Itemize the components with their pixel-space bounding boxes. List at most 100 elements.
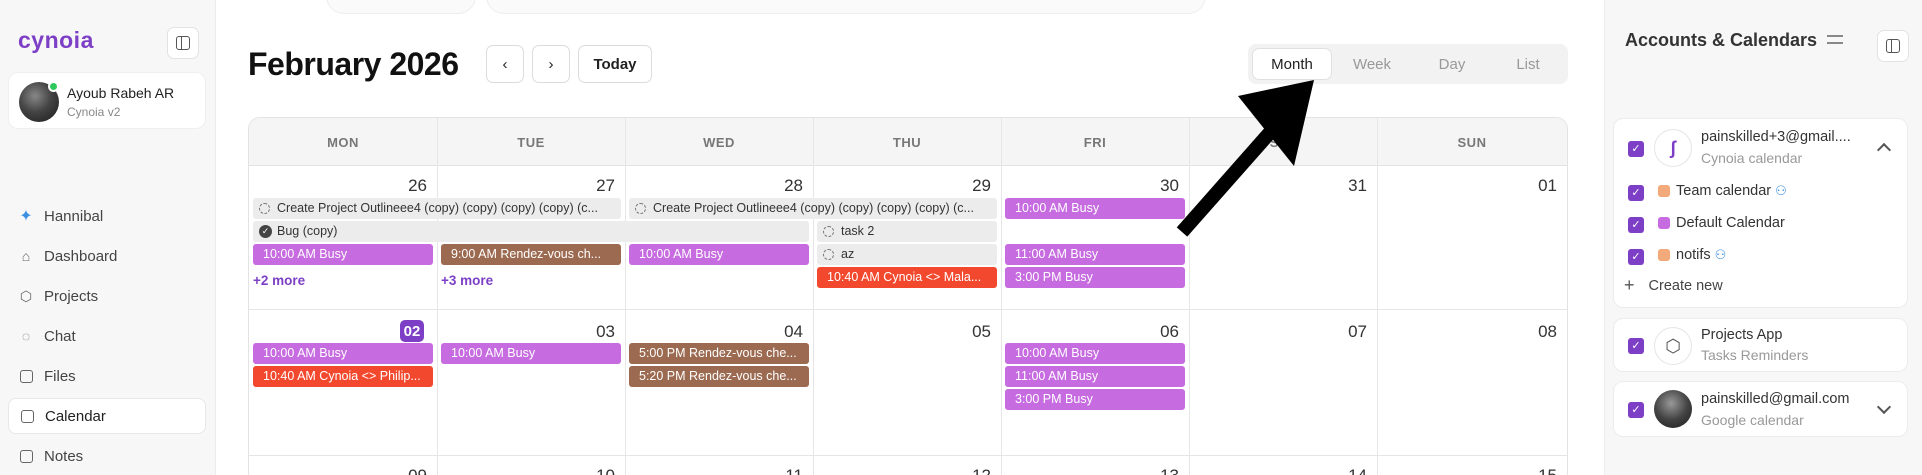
- collapse-panel-button[interactable]: [1877, 30, 1909, 62]
- calendar-event[interactable]: 5:20 PM Rendez-vous che...: [629, 366, 809, 387]
- view-week-button[interactable]: Week: [1332, 48, 1412, 80]
- month-grid: MON TUE WED THU FRI SAT SUN 26 27 28 29 …: [248, 117, 1568, 475]
- day-number[interactable]: 05: [951, 322, 991, 342]
- chevron-left-icon: ‹: [502, 55, 508, 73]
- day-number[interactable]: 03: [575, 322, 615, 342]
- day-number[interactable]: 29: [951, 176, 991, 196]
- view-list-button[interactable]: List: [1488, 48, 1568, 80]
- calendar-event[interactable]: 10:40 AM Cynoia <> Mala...: [817, 267, 997, 288]
- chat-icon: ◌: [21, 328, 31, 344]
- task-event[interactable]: task 2: [817, 221, 997, 242]
- nav-item-notes[interactable]: Notes: [8, 438, 206, 474]
- calendar-item[interactable]: notifs ⚇: [1658, 247, 1726, 263]
- calendar-item[interactable]: Team calendar ⚇: [1658, 183, 1787, 199]
- day-number[interactable]: 11: [763, 466, 803, 475]
- calendar-event[interactable]: 11:00 AM Busy: [1005, 366, 1185, 387]
- day-number[interactable]: 10: [575, 466, 615, 475]
- note-icon: [18, 448, 34, 464]
- prev-month-button[interactable]: ‹: [486, 45, 524, 83]
- nav-item-files[interactable]: Files: [8, 358, 206, 394]
- more-events-link[interactable]: +2 more: [253, 273, 305, 288]
- calendar-event[interactable]: 5:00 PM Rendez-vous che...: [629, 343, 809, 364]
- day-number[interactable]: 28: [763, 176, 803, 196]
- day-number[interactable]: 13: [1139, 466, 1179, 475]
- calendar-event[interactable]: 10:00 AM Busy: [1005, 198, 1185, 219]
- nav-label: Projects: [44, 287, 99, 305]
- calendar-event[interactable]: 10:40 AM Cynoia <> Philip...: [253, 366, 433, 387]
- day-number[interactable]: 04: [763, 322, 803, 342]
- next-month-button[interactable]: ›: [532, 45, 570, 83]
- today-button[interactable]: Today: [578, 45, 652, 83]
- more-events-link[interactable]: +3 more: [441, 273, 493, 288]
- calendar-checkbox[interactable]: ✓: [1628, 249, 1644, 265]
- calendar-event[interactable]: 11:00 AM Busy: [1005, 244, 1185, 265]
- day-number[interactable]: 30: [1139, 176, 1179, 196]
- day-number[interactable]: 26: [387, 176, 427, 196]
- filter-icon[interactable]: [1827, 33, 1843, 47]
- calendar-event[interactable]: 9:00 AM Rendez-vous ch...: [441, 244, 621, 265]
- nav-item-hannibal[interactable]: ✦ Hannibal: [8, 198, 206, 234]
- home-icon: ⌂: [21, 248, 31, 264]
- calendar-event[interactable]: 10:00 AM Busy: [441, 343, 621, 364]
- weekday-label: WED: [703, 134, 735, 150]
- account-name: Projects App: [1701, 327, 1783, 343]
- account-card: ✓ painskilled@gmail.com Google calendar: [1613, 381, 1908, 437]
- task-pending-icon: [635, 203, 646, 214]
- nav-label: Chat: [44, 327, 76, 345]
- day-number[interactable]: 31: [1327, 176, 1367, 196]
- nav-item-chat[interactable]: ◌ Chat: [8, 318, 206, 354]
- calendar-event[interactable]: 10:00 AM Busy: [1005, 343, 1185, 364]
- day-number[interactable]: 27: [575, 176, 615, 196]
- task-pending-icon: [823, 249, 834, 260]
- sidebar-toggle-icon: [1886, 39, 1900, 53]
- user-workspace: Cynoia v2: [67, 105, 121, 119]
- user-card[interactable]: Ayoub Rabeh AR Cynoia v2: [8, 72, 206, 129]
- calendar-icon: [19, 408, 35, 424]
- left-sidebar: cynoia Ayoub Rabeh AR Cynoia v2 ✦ Hannib…: [0, 0, 216, 475]
- day-number[interactable]: 12: [951, 466, 991, 475]
- task-event[interactable]: Create Project Outlineee4 (copy) (copy) …: [629, 198, 997, 219]
- calendar-event[interactable]: 10:00 AM Busy: [253, 244, 433, 265]
- day-number[interactable]: 01: [1517, 176, 1557, 196]
- nav-item-projects[interactable]: ⬡ Projects: [8, 278, 206, 314]
- day-number[interactable]: 09: [387, 466, 427, 475]
- calendar-checkbox[interactable]: ✓: [1628, 185, 1644, 201]
- nav-item-calendar[interactable]: Calendar: [8, 398, 206, 434]
- account-email: painskilled+3@gmail....: [1701, 129, 1851, 145]
- annotation-arrow-icon: [1176, 80, 1314, 237]
- nav-label: Calendar: [45, 407, 106, 425]
- check-circle-icon: ✓: [259, 225, 272, 238]
- task-pending-icon: [823, 226, 834, 237]
- chevron-down-icon[interactable]: [1876, 399, 1892, 415]
- task-event[interactable]: Create Project Outlineee4 (copy) (copy) …: [253, 198, 621, 219]
- today-day-number[interactable]: 02: [400, 320, 424, 342]
- task-event[interactable]: ✓ Bug (copy): [253, 221, 809, 242]
- chevron-up-icon[interactable]: [1876, 142, 1892, 158]
- day-number[interactable]: 14: [1327, 466, 1367, 475]
- account-checkbox[interactable]: ✓: [1628, 338, 1644, 354]
- app-logo[interactable]: cynoia: [18, 27, 94, 54]
- account-checkbox[interactable]: ✓: [1628, 402, 1644, 418]
- plus-icon: +: [1624, 275, 1635, 295]
- view-day-button[interactable]: Day: [1412, 48, 1492, 80]
- calendar-event[interactable]: 3:00 PM Busy: [1005, 389, 1185, 410]
- folder-icon: [18, 368, 34, 384]
- calendar-event[interactable]: 3:00 PM Busy: [1005, 267, 1185, 288]
- collapse-sidebar-button[interactable]: [167, 27, 199, 59]
- calendar-item[interactable]: Default Calendar: [1658, 215, 1785, 231]
- account-checkbox[interactable]: ✓: [1628, 141, 1644, 157]
- shared-users-icon: ⚇: [1714, 247, 1727, 262]
- day-number[interactable]: 07: [1327, 322, 1367, 342]
- account-email: painskilled@gmail.com: [1701, 391, 1850, 407]
- calendar-event[interactable]: 10:00 AM Busy: [629, 244, 809, 265]
- avatar: [1654, 390, 1692, 428]
- calendar-event[interactable]: 10:00 AM Busy: [253, 343, 433, 364]
- day-number[interactable]: 06: [1139, 322, 1179, 342]
- task-event[interactable]: az: [817, 244, 997, 265]
- day-number[interactable]: 15: [1517, 466, 1557, 475]
- calendar-checkbox[interactable]: ✓: [1628, 217, 1644, 233]
- nav-item-dashboard[interactable]: ⌂ Dashboard: [8, 238, 206, 274]
- create-calendar-button[interactable]: + Create new: [1624, 275, 1723, 296]
- cynoia-logo-icon: ʃ: [1654, 129, 1692, 167]
- day-number[interactable]: 08: [1517, 322, 1557, 342]
